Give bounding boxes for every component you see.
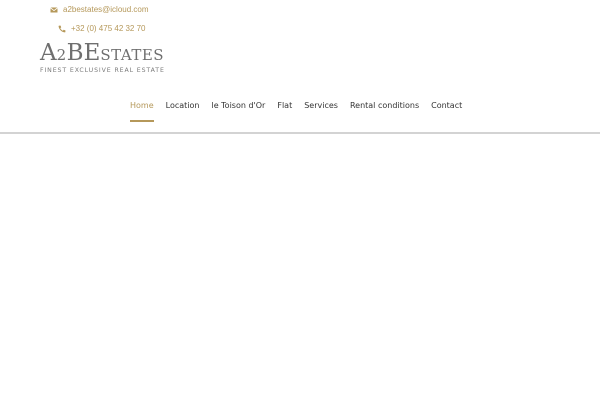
logo-tagline: FINEST EXCLUSIVE REAL ESTATE [40,67,165,74]
logo-rest: STATES [100,46,165,64]
envelope-icon [50,6,58,14]
contact-email-text[interactable]: a2bestates@icloud.com [63,5,149,14]
nav-item-label: Flat [277,101,293,110]
page: a2bestates@icloud.com +32 (0) 475 42 32 … [0,0,600,400]
nav-item-label: le Toison d'Or [211,101,266,110]
nav-item-flat[interactable]: Flat [271,101,298,110]
nav-item-home[interactable]: Home [124,101,160,122]
logo-letter-e: E [83,40,101,66]
nav-item-toison-dor[interactable]: le Toison d'Or [205,101,271,110]
contact-email[interactable]: a2bestates@icloud.com [50,5,149,14]
main-nav: Home Location le Toison d'Or Flat Servic… [124,101,468,122]
nav-item-location[interactable]: Location [160,101,206,110]
nav-item-label: Home [130,101,154,110]
nav-item-services[interactable]: Services [298,101,344,110]
logo-letter-b: B [66,40,84,66]
nav-item-label: Services [304,101,338,110]
active-underline [130,120,154,122]
logo-wordmark: A2BESTATES [40,42,166,67]
nav-item-contact[interactable]: Contact [425,101,468,110]
nav-item-rental-conditions[interactable]: Rental conditions [344,101,425,110]
logo-letter-a: A [40,40,57,66]
contact-phone[interactable]: +32 (0) 475 42 32 70 [58,24,146,33]
phone-icon [58,25,66,33]
nav-item-label: Contact [431,101,463,110]
main-content [0,134,600,400]
site-logo[interactable]: A2BESTATES FINEST EXCLUSIVE REAL ESTATE [40,42,166,80]
logo-digit-2: 2 [56,46,67,64]
contact-phone-text[interactable]: +32 (0) 475 42 32 70 [71,24,146,33]
nav-item-label: Location [165,101,200,110]
nav-item-label: Rental conditions [349,101,420,110]
